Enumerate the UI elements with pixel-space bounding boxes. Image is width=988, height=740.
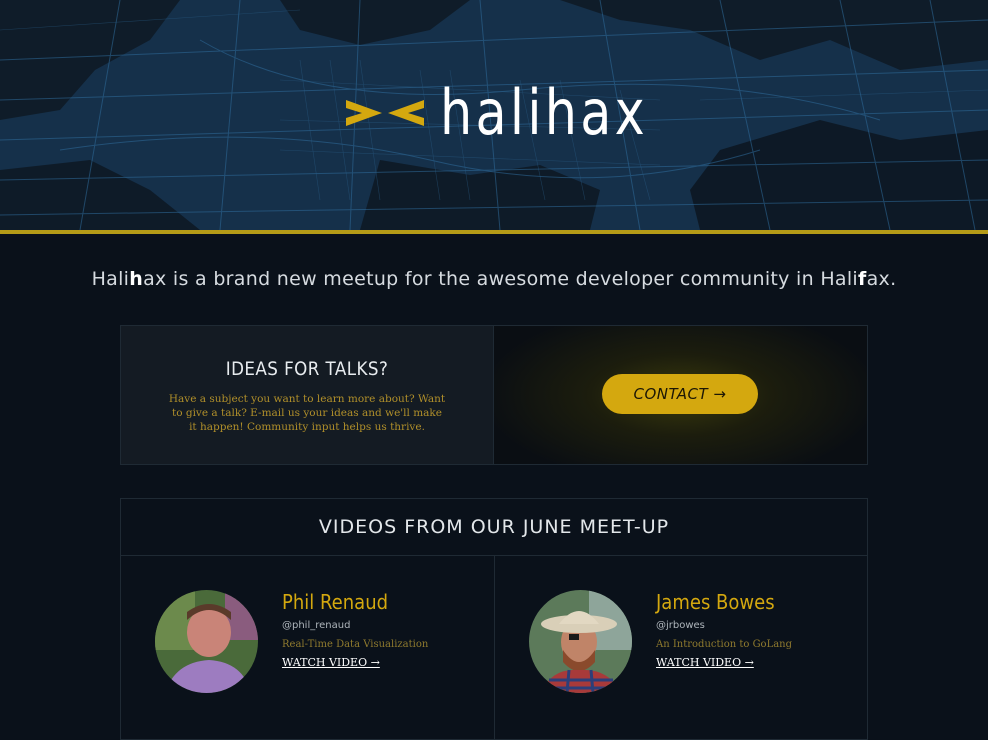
contact-area: CONTACT → — [494, 326, 867, 464]
tagline-text: ax. — [866, 268, 897, 290]
tagline-emphasis: f — [858, 268, 867, 290]
brand-logo[interactable]: halihax — [346, 82, 694, 144]
speaker-name: James Bowes — [656, 590, 775, 614]
watch-video-link[interactable]: WATCH VIDEO → — [282, 656, 380, 669]
tagline-text: ax is a brand new meetup for the awesome… — [143, 268, 859, 290]
videos-section: VIDEOS FROM OUR JUNE MEET-UP Phil Renaud… — [120, 498, 868, 740]
speaker-topic: Real-Time Data Visualization — [282, 639, 429, 650]
speaker-card: Phil Renaud @phil_renaud Real-Time Data … — [121, 556, 494, 740]
hero-banner: halihax — [0, 0, 988, 230]
halihax-logo-icon — [346, 100, 424, 126]
talk-ideas-info: IDEAS FOR TALKS? Have a subject you want… — [121, 326, 494, 464]
speaker-handle: @jrbowes — [656, 620, 705, 631]
avatar — [529, 590, 632, 693]
talk-ideas-heading: IDEAS FOR TALKS? — [225, 358, 389, 380]
tagline-text: Hali — [91, 268, 130, 290]
contact-button[interactable]: CONTACT → — [602, 374, 758, 414]
watch-video-link[interactable]: WATCH VIDEO → — [656, 656, 754, 669]
avatar — [155, 590, 258, 693]
speaker-info: James Bowes @jrbowes An Introduction to … — [656, 590, 792, 671]
talk-ideas-description: Have a subject you want to learn more ab… — [168, 393, 446, 433]
hero-divider — [0, 230, 988, 234]
videos-heading: VIDEOS FROM OUR JUNE MEET-UP — [121, 499, 867, 556]
speaker-list: Phil Renaud @phil_renaud Real-Time Data … — [121, 556, 867, 740]
tagline: Halihax is a brand new meetup for the aw… — [0, 268, 988, 290]
speaker-photo-james — [529, 590, 632, 693]
speaker-card: James Bowes @jrbowes An Introduction to … — [494, 556, 867, 740]
speaker-info: Phil Renaud @phil_renaud Real-Time Data … — [282, 590, 428, 671]
talk-ideas-panel: IDEAS FOR TALKS? Have a subject you want… — [120, 325, 868, 465]
speaker-topic: An Introduction to GoLang — [656, 639, 793, 650]
brand-name: halihax — [440, 76, 649, 149]
speaker-photo-phil — [155, 590, 258, 693]
speaker-name: Phil Renaud — [282, 590, 389, 614]
speaker-handle: @phil_renaud — [282, 620, 351, 631]
tagline-emphasis: h — [129, 268, 144, 290]
